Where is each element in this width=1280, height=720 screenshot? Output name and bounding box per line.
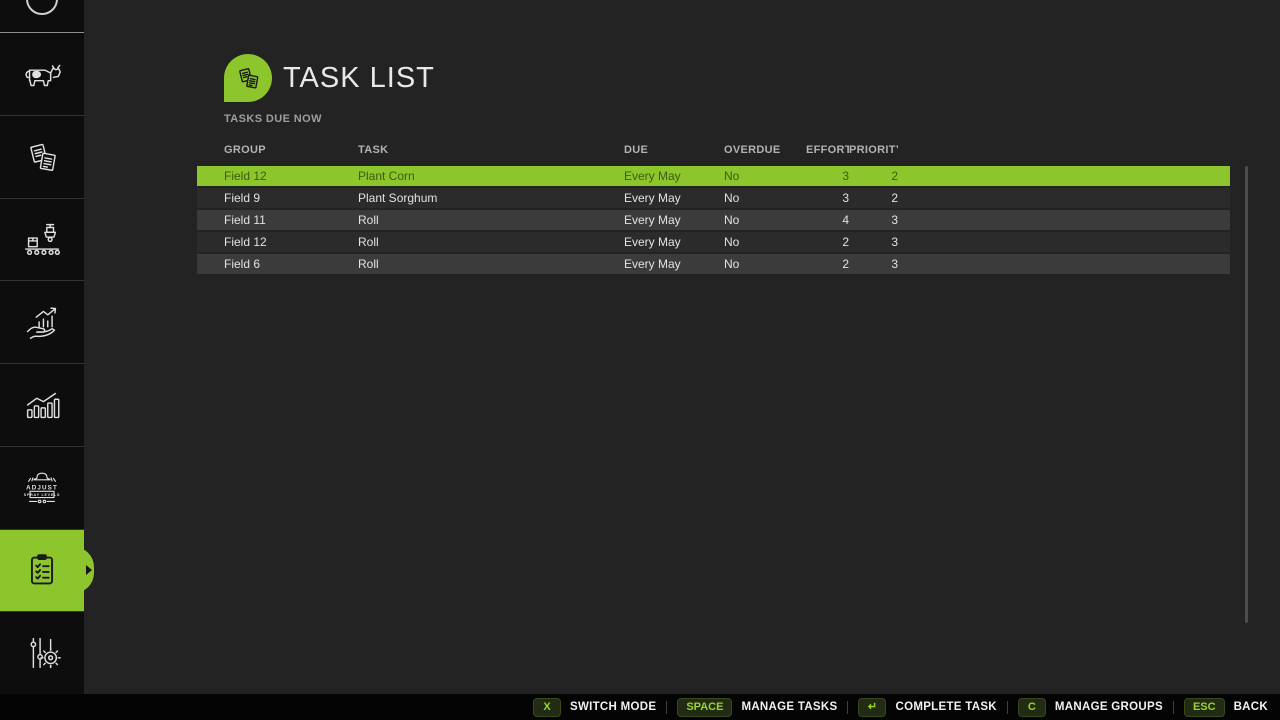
task-list-screen: ADJUST SPRAY LEVELS (0, 0, 1280, 720)
hint-complete-task: ↵ COMPLETE TASK (858, 698, 996, 717)
cell-due: Every May (624, 191, 724, 205)
hint-manage-tasks: SPACE MANAGE TASKS (677, 698, 837, 717)
table-row[interactable]: Field 6 Roll Every May No 2 3 (197, 254, 1230, 274)
cell-task: Plant Sorghum (358, 191, 624, 205)
documents-icon (19, 134, 65, 180)
hint-label: COMPLETE TASK (895, 701, 996, 713)
hint-divider (666, 701, 667, 714)
hint-label: MANAGE GROUPS (1055, 701, 1163, 713)
cell-effort: 3 (806, 191, 849, 205)
documents-icon (231, 61, 265, 95)
enter-key-icon[interactable]: ↵ (858, 698, 886, 717)
column-header-group: GROUP (197, 144, 358, 156)
cell-priority: 3 (849, 257, 898, 271)
x-key-button[interactable]: X (533, 698, 561, 717)
c-key-button[interactable]: C (1018, 698, 1046, 717)
sidebar-item-spray-levels[interactable]: ADJUST SPRAY LEVELS (0, 446, 84, 529)
sliders-gear-icon (19, 630, 65, 676)
page-icon-badge (224, 54, 272, 102)
task-table: Field 12 Plant Corn Every May No 3 2 Fie… (197, 166, 1230, 276)
spray-line2: SPRAY LEVELS (24, 493, 60, 497)
cell-group: Field 9 (197, 191, 358, 205)
hint-label: BACK (1234, 701, 1268, 713)
sidebar-item-production[interactable] (0, 198, 84, 281)
column-header-priority: PRIORITY (849, 144, 898, 156)
cow-icon (19, 51, 65, 97)
table-header-row: GROUP TASK DUE OVERDUE EFFORT PRIORITY (197, 144, 1230, 156)
cell-group: Field 12 (197, 169, 358, 183)
hint-divider (1173, 701, 1174, 714)
hint-divider (1007, 701, 1008, 714)
cell-effort: 3 (806, 169, 849, 183)
cell-effort: 2 (806, 235, 849, 249)
cell-priority: 3 (849, 213, 898, 227)
cell-effort: 4 (806, 213, 849, 227)
sidebar-item-top-partial[interactable] (0, 0, 84, 33)
spray-line1: ADJUST (26, 484, 58, 491)
circle-partial-icon (26, 0, 58, 15)
cell-task: Roll (358, 235, 624, 249)
table-row[interactable]: Field 11 Roll Every May No 4 3 (197, 210, 1230, 230)
hint-divider (847, 701, 848, 714)
cell-overdue: No (724, 191, 806, 205)
table-row[interactable]: Field 12 Roll Every May No 2 3 (197, 232, 1230, 252)
sidebar-item-statistics[interactable] (0, 363, 84, 446)
cell-overdue: No (724, 169, 806, 183)
column-header-effort: EFFORT (806, 144, 849, 156)
sidebar-item-task-list[interactable] (0, 529, 84, 612)
hint-label: SWITCH MODE (570, 701, 656, 713)
cell-priority: 2 (849, 169, 898, 183)
selected-tab-arrow-icon (86, 565, 92, 575)
hand-growth-chart-icon (19, 299, 65, 345)
hint-switch-mode: X SWITCH MODE (533, 698, 656, 717)
cell-due: Every May (624, 213, 724, 227)
cell-due: Every May (624, 169, 724, 183)
hint-label: MANAGE TASKS (741, 701, 837, 713)
cell-overdue: No (724, 213, 806, 227)
cell-group: Field 11 (197, 213, 358, 227)
sidebar-item-contracts[interactable] (0, 115, 84, 198)
cell-overdue: No (724, 257, 806, 271)
cell-effort: 2 (806, 257, 849, 271)
key-hint-bar: X SWITCH MODE SPACE MANAGE TASKS ↵ COMPL… (0, 694, 1280, 720)
cell-priority: 3 (849, 235, 898, 249)
column-header-overdue: OVERDUE (724, 144, 806, 156)
column-header-due: DUE (624, 144, 724, 156)
adjust-spray-levels-icon: ADJUST SPRAY LEVELS (19, 465, 65, 511)
section-subtitle: TASKS DUE NOW (224, 113, 322, 125)
sidebar: ADJUST SPRAY LEVELS (0, 0, 84, 694)
task-clipboard-icon (19, 547, 65, 593)
cell-task: Roll (358, 257, 624, 271)
hint-back: ESC BACK (1184, 698, 1268, 717)
page-title: TASK LIST (283, 62, 435, 95)
statistics-bars-icon (19, 382, 65, 428)
cell-group: Field 12 (197, 235, 358, 249)
sidebar-item-sales[interactable] (0, 280, 84, 363)
cell-due: Every May (624, 235, 724, 249)
column-header-task: TASK (358, 144, 624, 156)
cell-task: Roll (358, 213, 624, 227)
table-row[interactable]: Field 12 Plant Corn Every May No 3 2 (197, 166, 1230, 186)
cell-due: Every May (624, 257, 724, 271)
esc-key-button[interactable]: ESC (1184, 698, 1225, 717)
cell-group: Field 6 (197, 257, 358, 271)
sidebar-item-settings[interactable] (0, 611, 84, 694)
sidebar-item-animals[interactable] (0, 33, 84, 115)
space-key-button[interactable]: SPACE (677, 698, 732, 717)
cell-task: Plant Corn (358, 169, 624, 183)
production-line-icon (19, 216, 65, 262)
cell-overdue: No (724, 235, 806, 249)
table-row[interactable]: Field 9 Plant Sorghum Every May No 3 2 (197, 188, 1230, 208)
hint-manage-groups: C MANAGE GROUPS (1018, 698, 1163, 717)
cell-priority: 2 (849, 191, 898, 205)
vertical-scrollbar[interactable] (1245, 166, 1248, 623)
